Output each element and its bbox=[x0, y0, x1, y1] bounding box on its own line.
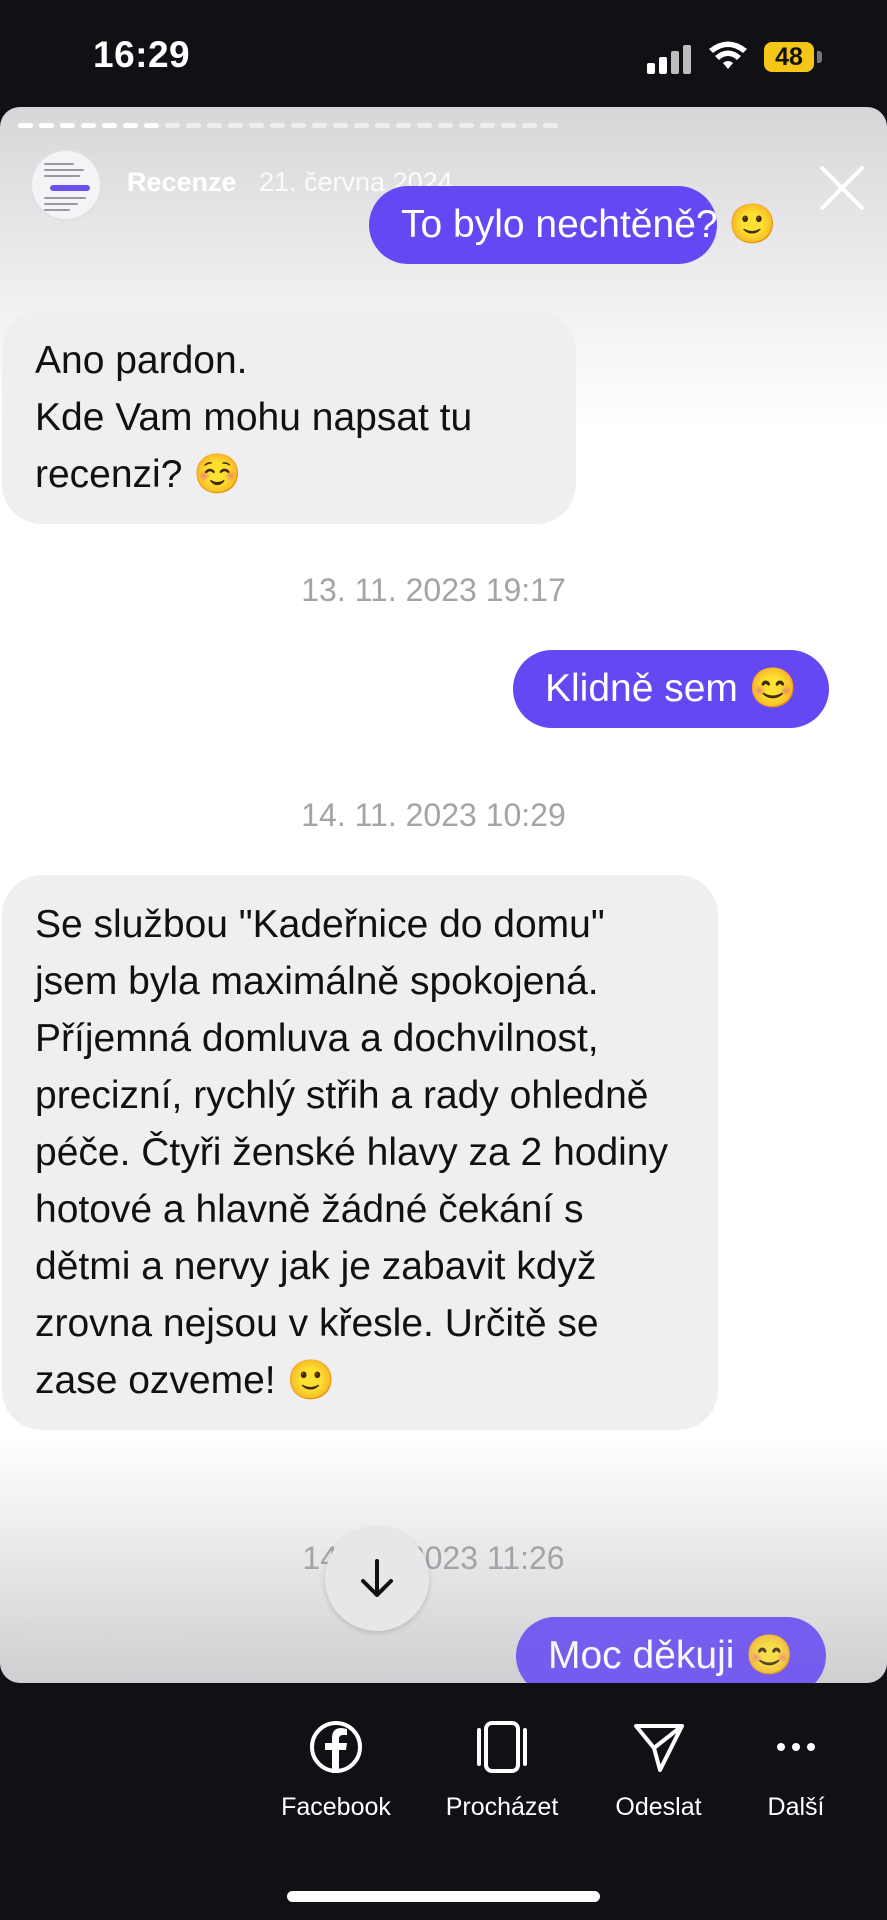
arrow-down-icon bbox=[361, 1559, 393, 1597]
message-bubble-sent: Klidně sem 😊 bbox=[513, 650, 830, 728]
scroll-down-button[interactable] bbox=[325, 1527, 429, 1631]
message-timestamp: 14. 11. 2023 10:29 bbox=[301, 797, 566, 833]
story-avatar[interactable] bbox=[30, 149, 102, 221]
share-facebook-button[interactable]: Facebook bbox=[276, 1720, 396, 1822]
message-timestamp: 14. 11. 2023 11:26 bbox=[302, 1540, 565, 1576]
facebook-label: Facebook bbox=[281, 1793, 391, 1821]
message-bubble-sent: Moc děkuji 😊 bbox=[516, 1617, 826, 1683]
more-icon bbox=[777, 1743, 815, 1751]
message-timestamp: 13. 11. 2023 19:17 bbox=[301, 572, 566, 608]
message-bubble-sent: To bylo nechtěně? 🙂 bbox=[369, 186, 777, 264]
home-indicator[interactable] bbox=[287, 1891, 600, 1902]
message-bubble-received: Se službou "Kadeřnice do domu" jsem byla… bbox=[2, 875, 718, 1430]
more-label: Další bbox=[767, 1793, 825, 1821]
status-bar: 16:29 48 bbox=[0, 0, 887, 105]
facebook-icon bbox=[310, 1721, 362, 1773]
message-bubble-received: Ano pardon. Kde Vam mohu napsat tu recen… bbox=[2, 311, 576, 524]
battery-tip bbox=[817, 51, 822, 63]
story-viewer[interactable]: Recenze 21. června 2024 To bylo nechtěně… bbox=[0, 107, 887, 1683]
share-send-button[interactable]: Odeslat bbox=[606, 1720, 711, 1822]
status-time: 16:29 bbox=[93, 34, 191, 75]
send-label: Odeslat bbox=[615, 1793, 702, 1821]
browse-icon bbox=[477, 1721, 527, 1773]
battery-icon: 48 bbox=[764, 42, 814, 72]
send-icon bbox=[633, 1724, 684, 1772]
share-actions: Facebook Procházet Odeslat Další bbox=[0, 1720, 887, 1850]
close-icon[interactable] bbox=[816, 162, 868, 214]
cellular-signal-icon bbox=[647, 44, 693, 74]
share-more-button[interactable]: Další bbox=[752, 1720, 840, 1822]
share-browse-button[interactable]: Procházet bbox=[437, 1720, 567, 1822]
reply-input[interactable]: Napište něco... bbox=[27, 1615, 180, 1642]
browse-label: Procházet bbox=[445, 1793, 559, 1821]
story-progress bbox=[18, 123, 558, 128]
wifi-icon bbox=[709, 41, 747, 69]
story-name[interactable]: Recenze bbox=[127, 167, 237, 198]
